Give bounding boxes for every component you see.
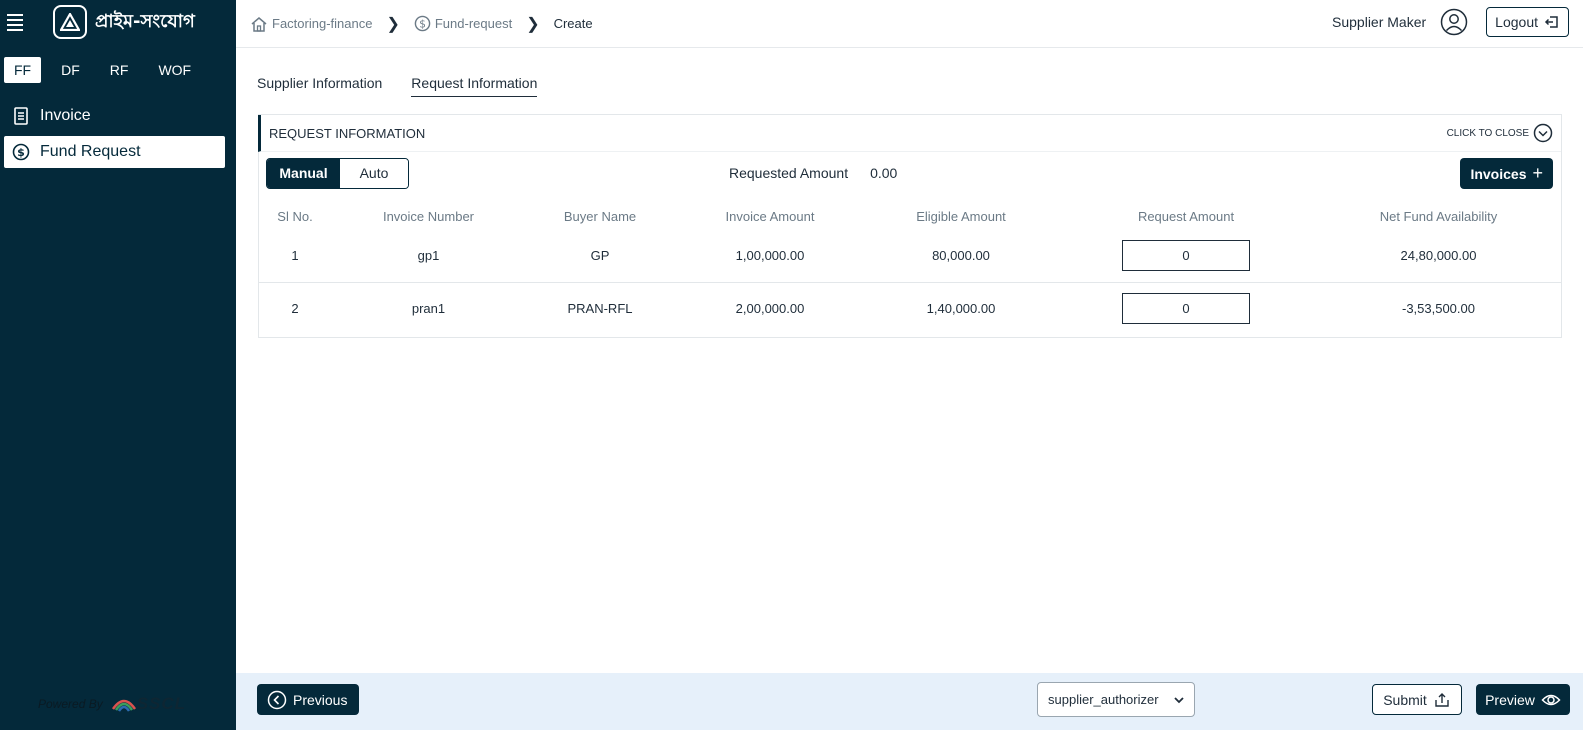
- breadcrumb: Factoring-finance ❯ $ Fund-request ❯ Cre…: [250, 14, 593, 34]
- panel-header: REQUEST INFORMATION CLICK TO CLOSE: [258, 115, 1561, 152]
- top-header: Factoring-finance ❯ $ Fund-request ❯ Cre…: [236, 0, 1583, 48]
- breadcrumb-factoring-finance[interactable]: Factoring-finance: [250, 16, 372, 32]
- app-logo-icon: [53, 5, 87, 39]
- user-name: Supplier Maker: [1332, 14, 1427, 30]
- chevron-right-icon: ❯: [386, 15, 400, 33]
- logout-label: Logout: [1495, 14, 1538, 30]
- manual-toggle-button[interactable]: Manual: [267, 159, 340, 188]
- user-area: Supplier Maker Logout: [1332, 7, 1569, 37]
- chevron-down-circle-icon: [1533, 123, 1553, 143]
- authorizer-select[interactable]: supplier_authorizer: [1037, 682, 1195, 717]
- click-to-close-toggle[interactable]: CLICK TO CLOSE: [1447, 123, 1553, 143]
- invoices-add-button[interactable]: Invoices +: [1460, 158, 1553, 189]
- tab-supplier-information[interactable]: Supplier Information: [257, 75, 382, 97]
- cell-request-amount: [1056, 229, 1316, 283]
- requested-amount-label: Requested Amount: [729, 165, 849, 181]
- table-row: 1 gp1 GP 1,00,000.00 80,000.00 24,80,000…: [259, 229, 1561, 283]
- chevron-left-circle-icon: [267, 690, 287, 709]
- table-header-row: Sl No. Invoice Number Buyer Name Invoice…: [259, 203, 1561, 229]
- col-sl-no: Sl No.: [277, 208, 313, 224]
- col-invoice-number: Invoice Number: [382, 208, 475, 224]
- col-eligible-amount: Eligible Amount: [916, 208, 1006, 224]
- auto-toggle-button[interactable]: Auto: [340, 159, 408, 188]
- hamburger-menu-icon[interactable]: [7, 13, 23, 31]
- dollar-circle-icon: $: [12, 143, 30, 161]
- col-invoice-amount: Invoice Amount: [725, 208, 815, 224]
- powered-by-label: Powered By: [38, 697, 103, 711]
- authorizer-selected-value: supplier_authorizer: [1048, 692, 1159, 707]
- breadcrumb-label: Fund-request: [434, 16, 513, 31]
- module-tab-wof[interactable]: WOF: [148, 57, 201, 83]
- app-brand: প্রাইম-সংযোগ: [95, 10, 195, 32]
- table-row: 2 pran1 PRAN-RFL 2,00,000.00 1,40,000.00…: [259, 282, 1561, 335]
- sscl-logo-icon: [111, 699, 136, 712]
- powered-by: Powered By SSCL: [38, 694, 186, 714]
- cell-eligible-amount: 1,40,000.00: [926, 301, 996, 317]
- requested-amount: Requested Amount 0.00: [729, 165, 897, 181]
- cell-invoice-number: pran1: [411, 301, 446, 317]
- module-tab-df[interactable]: DF: [51, 57, 90, 83]
- request-amount-input[interactable]: [1122, 293, 1250, 325]
- chevron-down-icon: [1174, 696, 1184, 703]
- module-tab-ff[interactable]: FF: [4, 57, 42, 83]
- submit-button[interactable]: Submit: [1372, 684, 1462, 715]
- request-information-panel: REQUEST INFORMATION CLICK TO CLOSE Manua…: [258, 114, 1562, 338]
- sidebar: প্রাইম-সংযোগ FF DF RF WOF Invoice $ Fund…: [0, 0, 236, 730]
- cell-invoice-amount: 2,00,000.00: [735, 301, 805, 317]
- cell-eligible-amount: 80,000.00: [866, 229, 1056, 283]
- sscl-logo: SSCL: [111, 694, 186, 714]
- breadcrumb-fund-request[interactable]: $ Fund-request: [414, 15, 512, 32]
- preview-label: Preview: [1485, 691, 1535, 708]
- invoice-table: Sl No. Invoice Number Buyer Name Invoice…: [259, 203, 1561, 335]
- sidebar-item-label: Invoice: [40, 107, 91, 124]
- cell-buyer: GP: [526, 229, 674, 283]
- previous-label: Previous: [293, 691, 348, 708]
- cell-net-fund: -3,53,500.00: [1401, 301, 1475, 317]
- cell-invoice-number: gp1: [331, 229, 526, 283]
- sidebar-item-label: Fund Request: [40, 143, 141, 160]
- breadcrumb-create: Create: [554, 16, 593, 31]
- chevron-right-icon: ❯: [526, 15, 540, 33]
- cell-request-amount: [1056, 282, 1316, 335]
- mode-toggle: Manual Auto: [266, 158, 409, 189]
- cell-net-fund: 24,80,000.00: [1316, 229, 1561, 283]
- sidebar-nav: Invoice $ Fund Request: [4, 100, 225, 172]
- invoice-icon: [14, 107, 28, 125]
- logout-icon: [1544, 16, 1558, 28]
- col-buyer-name: Buyer Name: [563, 208, 637, 224]
- sidebar-item-invoice[interactable]: Invoice: [4, 100, 225, 132]
- content-tabs: Supplier Information Request Information: [257, 75, 566, 97]
- panel-title: REQUEST INFORMATION: [269, 125, 426, 141]
- breadcrumb-label: Create: [553, 16, 593, 31]
- cell-sl: 1: [259, 229, 331, 283]
- home-icon: [251, 16, 267, 32]
- col-net-fund-availability: Net Fund Availability: [1379, 208, 1498, 224]
- submit-label: Submit: [1383, 691, 1427, 708]
- requested-amount-value: 0.00: [870, 165, 898, 181]
- eye-icon: [1541, 694, 1561, 705]
- tab-request-information[interactable]: Request Information: [411, 75, 538, 97]
- user-avatar-icon[interactable]: [1440, 8, 1468, 36]
- invoices-label: Invoices: [1470, 165, 1527, 182]
- module-tabs: FF DF RF WOF: [4, 57, 211, 83]
- cell-sl: 2: [291, 301, 299, 317]
- previous-button[interactable]: Previous: [257, 684, 360, 715]
- logout-button[interactable]: Logout: [1486, 7, 1569, 37]
- cell-buyer: PRAN-RFL: [567, 301, 633, 317]
- close-label: CLICK TO CLOSE: [1446, 127, 1529, 139]
- sidebar-item-fund-request[interactable]: $ Fund Request: [4, 136, 225, 168]
- preview-button[interactable]: Preview: [1476, 684, 1570, 715]
- dollar-circle-icon: $: [414, 15, 431, 32]
- cell-invoice-amount: 1,00,000.00: [674, 229, 866, 283]
- upload-icon: [1435, 692, 1449, 707]
- svg-text:$: $: [17, 146, 25, 159]
- svg-text:$: $: [419, 18, 426, 30]
- module-tab-rf[interactable]: RF: [100, 57, 139, 83]
- footer-bar: Previous supplier_authorizer Submit Prev…: [236, 673, 1583, 730]
- breadcrumb-label: Factoring-finance: [272, 16, 373, 31]
- plus-icon: +: [1532, 163, 1543, 183]
- request-amount-input[interactable]: [1122, 239, 1250, 271]
- col-request-amount: Request Amount: [1137, 208, 1235, 224]
- powered-brand: SSCL: [136, 694, 187, 713]
